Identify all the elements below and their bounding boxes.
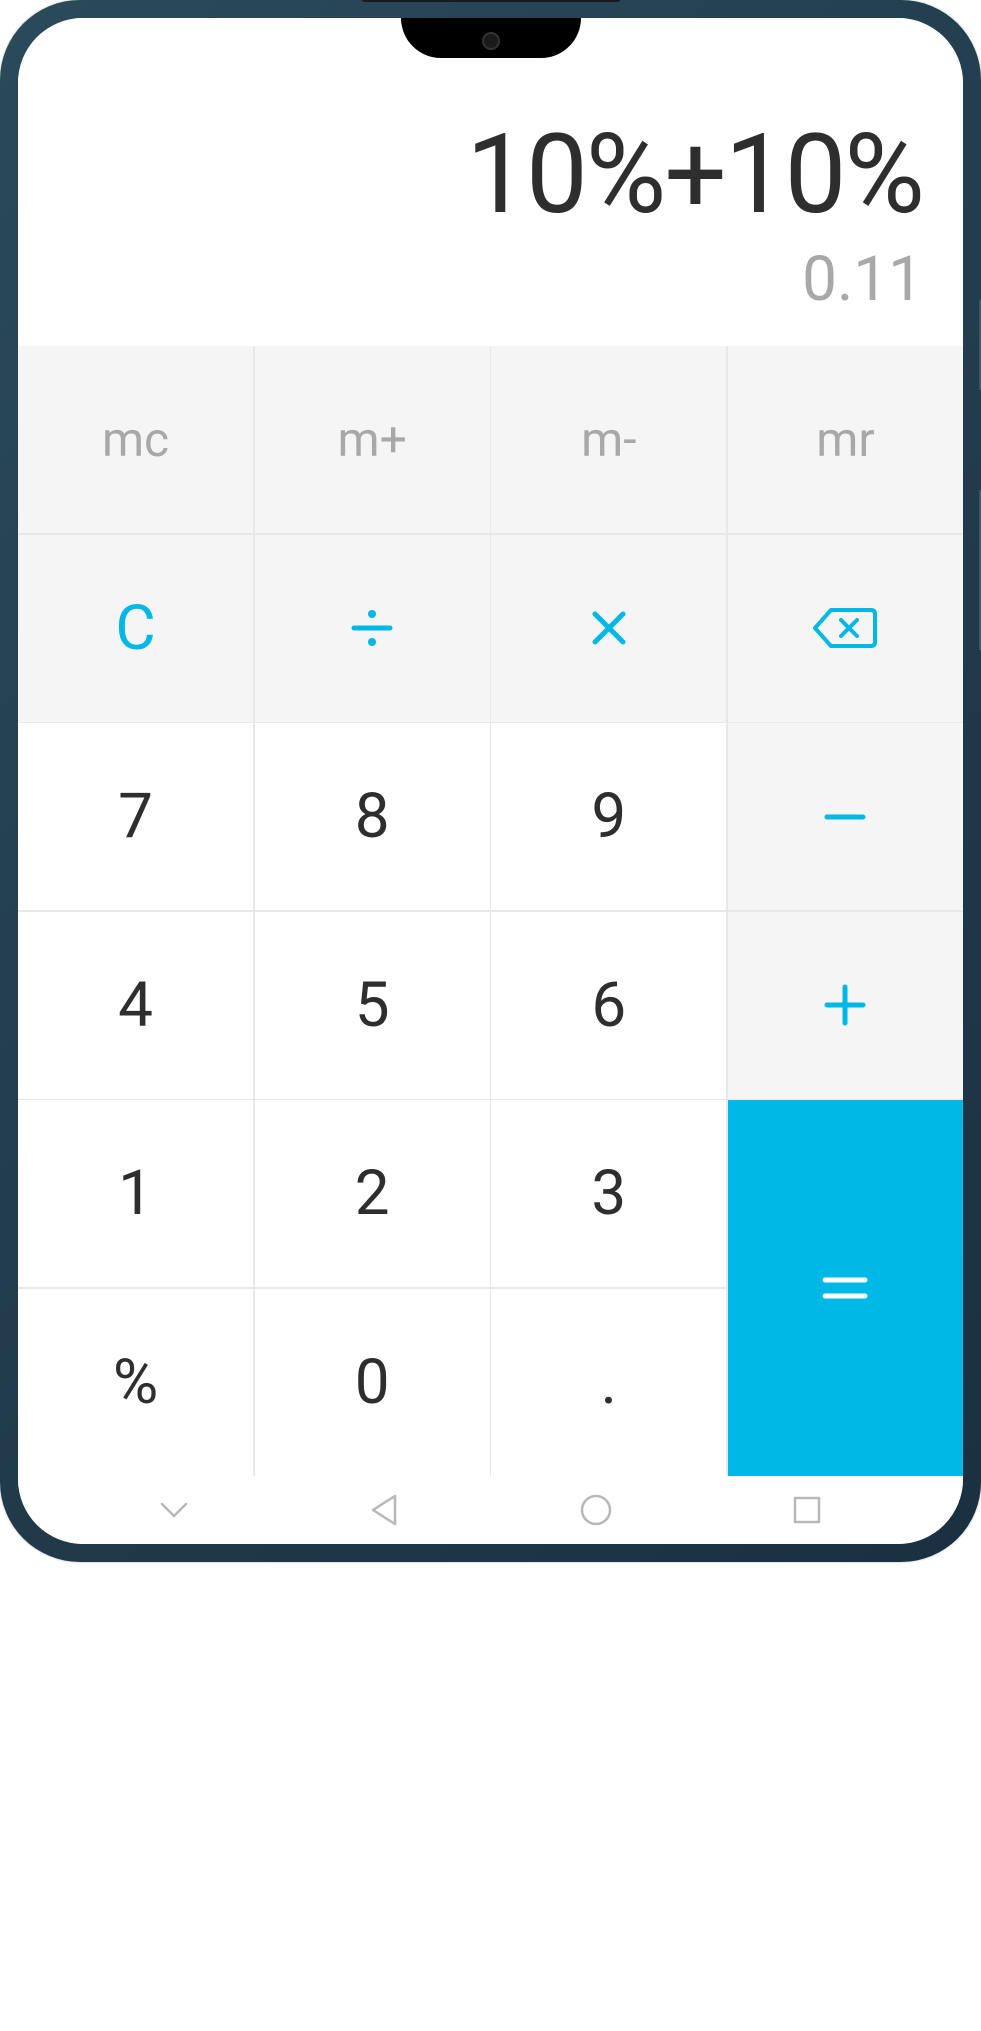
expression-display: 10%+10% — [466, 114, 923, 235]
equals-button[interactable] — [728, 1100, 963, 1476]
digit-9-button[interactable]: 9 — [491, 723, 726, 910]
equals-icon — [821, 1274, 869, 1302]
divide-button[interactable] — [255, 535, 490, 722]
nav-back-button[interactable] — [355, 1480, 415, 1540]
clear-button[interactable]: C — [18, 535, 253, 722]
calculator-app: 10%+10% 0.11 mc m+ m- mr C — [18, 18, 963, 1544]
digit-0-button[interactable]: 0 — [255, 1289, 490, 1476]
circle-home-icon — [576, 1490, 616, 1530]
digit-5-button[interactable]: 5 — [255, 912, 490, 1099]
phone-screen: 10%+10% 0.11 mc m+ m- mr C — [18, 18, 963, 1544]
nav-home-button[interactable] — [566, 1480, 626, 1540]
navigation-bar — [18, 1476, 963, 1544]
backspace-button[interactable] — [728, 535, 963, 722]
multiply-icon — [589, 608, 629, 648]
memory-recall-button[interactable]: mr — [728, 346, 963, 533]
percent-button[interactable]: % — [18, 1289, 253, 1476]
digit-8-button[interactable]: 8 — [255, 723, 490, 910]
memory-clear-button[interactable]: mc — [18, 346, 253, 533]
speaker-grille — [361, 0, 621, 2]
nav-recent-button[interactable] — [777, 1480, 837, 1540]
keypad: mc m+ m- mr C — [18, 346, 963, 1476]
phone-frame: 10%+10% 0.11 mc m+ m- mr C — [0, 0, 981, 1562]
digit-1-button[interactable]: 1 — [18, 1100, 253, 1287]
square-recent-icon — [787, 1490, 827, 1530]
decimal-button[interactable]: . — [491, 1289, 726, 1476]
digit-4-button[interactable]: 4 — [18, 912, 253, 1099]
divide-icon — [350, 606, 394, 650]
plus-icon — [823, 983, 867, 1027]
display-area: 10%+10% 0.11 — [18, 18, 963, 346]
digit-3-button[interactable]: 3 — [491, 1100, 726, 1287]
result-display: 0.11 — [802, 243, 923, 316]
notch — [401, 18, 581, 58]
backspace-icon — [813, 606, 877, 650]
minus-button[interactable] — [728, 723, 963, 910]
digit-6-button[interactable]: 6 — [491, 912, 726, 1099]
triangle-back-icon — [365, 1490, 405, 1530]
front-camera — [482, 32, 500, 50]
digit-2-button[interactable]: 2 — [255, 1100, 490, 1287]
multiply-button[interactable] — [491, 535, 726, 722]
plus-button[interactable] — [728, 912, 963, 1099]
chevron-down-icon — [154, 1490, 194, 1530]
keyboard-hide-button[interactable] — [144, 1480, 204, 1540]
memory-plus-button[interactable]: m+ — [255, 346, 490, 533]
digit-7-button[interactable]: 7 — [18, 723, 253, 910]
memory-minus-button[interactable]: m- — [491, 346, 726, 533]
minus-icon — [823, 807, 867, 827]
